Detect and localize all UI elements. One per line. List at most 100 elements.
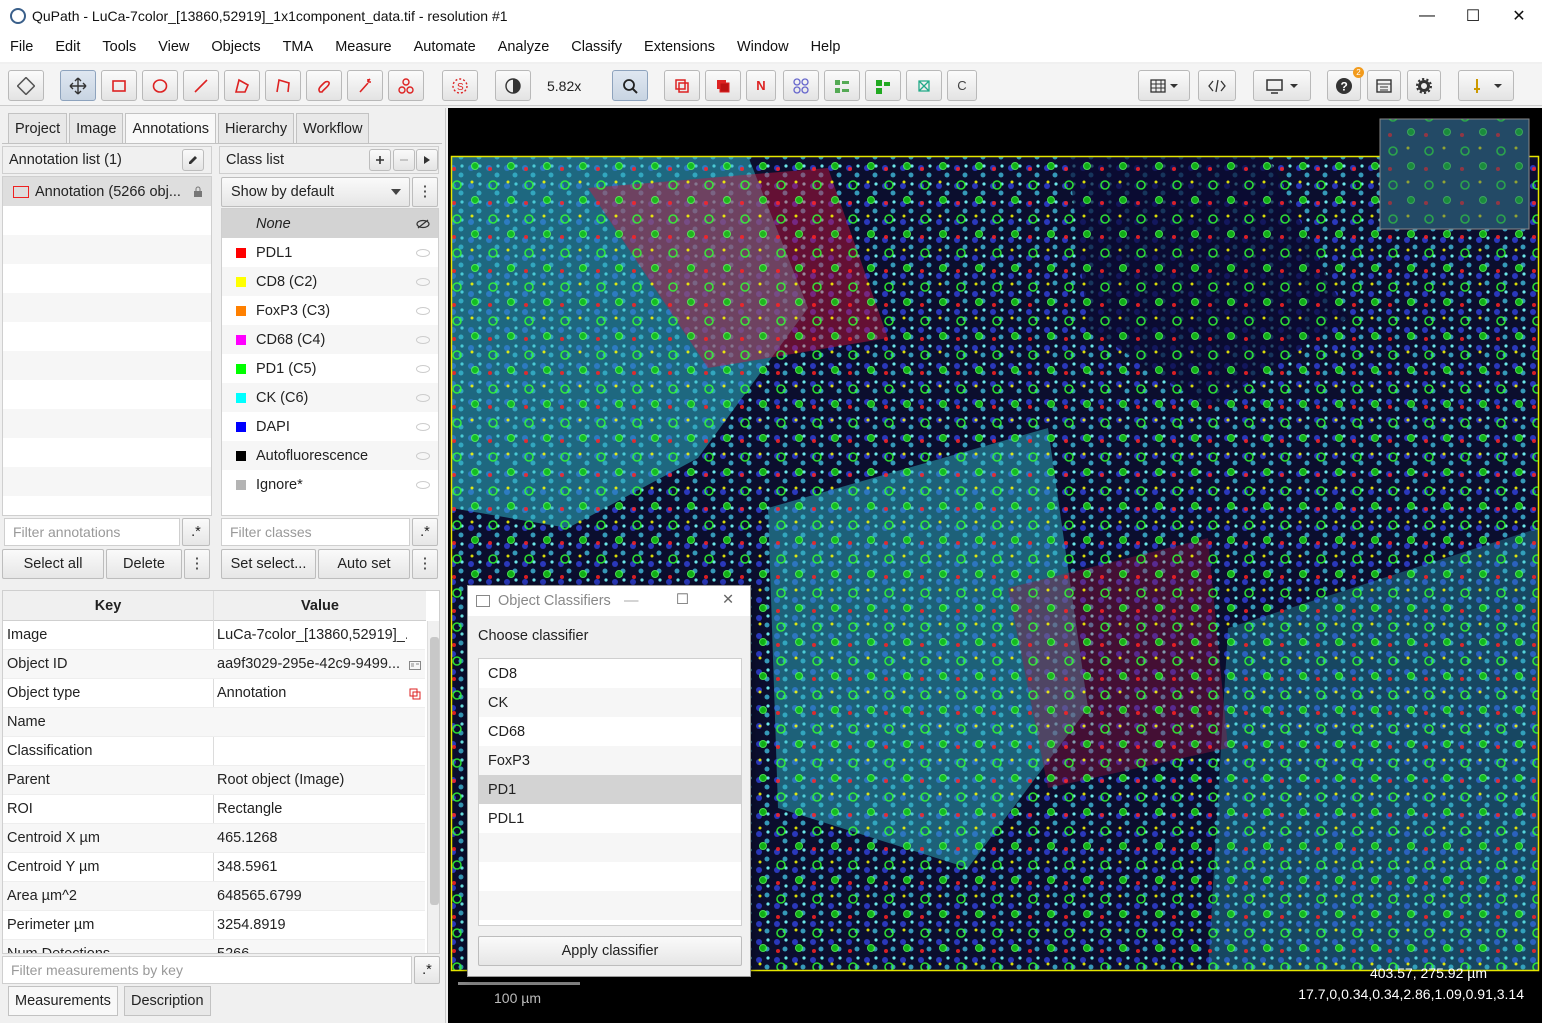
show-connections-button[interactable] — [906, 70, 942, 101]
move-tool-button[interactable] — [60, 70, 96, 101]
class-more-button[interactable]: ⋮ — [412, 549, 438, 579]
filter-measurements-input[interactable]: Filter measurements by key — [2, 956, 412, 984]
menu-automate[interactable]: Automate — [404, 39, 488, 55]
list-item[interactable]: Autofluorescence — [222, 441, 438, 470]
eye-icon[interactable] — [416, 393, 430, 402]
list-item[interactable]: CD68 — [479, 717, 741, 746]
table-row[interactable]: Perimeter µm 3254.8919 — [3, 911, 425, 940]
table-scrollbar[interactable] — [427, 621, 439, 953]
table-row[interactable]: Object type Annotation — [3, 679, 425, 708]
remove-class-button[interactable] — [393, 149, 415, 171]
brush-tool-button[interactable] — [306, 70, 342, 101]
fill-annotations-button[interactable] — [705, 70, 741, 101]
auto-set-button[interactable]: Auto set — [318, 549, 410, 579]
eye-icon[interactable] — [416, 422, 430, 431]
list-item[interactable]: CK — [479, 688, 741, 717]
list-item[interactable]: Ignore* — [222, 470, 438, 499]
menu-view[interactable]: View — [148, 39, 201, 55]
zoom-to-fit-button[interactable] — [612, 70, 648, 101]
list-item[interactable]: CD8 (C2) — [222, 267, 438, 296]
polygon-tool-button[interactable] — [224, 70, 260, 101]
delete-button[interactable]: Delete — [106, 549, 182, 579]
table-row[interactable]: Name — [3, 708, 425, 737]
menu-help[interactable]: Help — [801, 39, 853, 55]
dialog-close-button[interactable]: ✕ — [722, 592, 734, 608]
list-item[interactable]: None — [222, 209, 438, 238]
show-analysis-pane-button[interactable] — [8, 70, 44, 101]
eye-icon[interactable] — [416, 335, 430, 344]
table-row[interactable]: Num Detections 5266 — [3, 940, 425, 953]
show-annotations-button[interactable] — [664, 70, 700, 101]
filter-annotations-input[interactable]: Filter annotations — [4, 518, 180, 546]
script-editor-button[interactable] — [1198, 70, 1236, 101]
rectangle-tool-button[interactable] — [101, 70, 137, 101]
wand-tool-button[interactable] — [347, 70, 383, 101]
eye-icon[interactable] — [416, 451, 430, 460]
show-detections-button[interactable] — [824, 70, 860, 101]
add-class-button[interactable] — [369, 149, 391, 171]
show-pixel-classification-button[interactable]: C — [947, 70, 977, 101]
measurement-regex-toggle[interactable]: .* — [414, 956, 440, 984]
tab-image[interactable]: Image — [69, 113, 124, 143]
class-regex-toggle[interactable]: .* — [412, 518, 438, 546]
minimize-button[interactable]: — — [1404, 0, 1450, 32]
ellipse-tool-button[interactable] — [142, 70, 178, 101]
list-item[interactable]: Annotation (5266 obj... — [3, 177, 211, 206]
close-button[interactable]: ✕ — [1496, 0, 1542, 32]
menu-measure[interactable]: Measure — [325, 39, 403, 55]
brightness-contrast-button[interactable] — [495, 70, 531, 101]
measurement-table-button[interactable] — [1138, 70, 1190, 101]
id-card-icon[interactable] — [409, 661, 421, 670]
table-row[interactable]: Parent Root object (Image) — [3, 766, 425, 795]
menu-classify[interactable]: Classify — [561, 39, 634, 55]
table-row[interactable]: Classification — [3, 737, 425, 766]
polyline-tool-button[interactable] — [265, 70, 301, 101]
preferences-button[interactable] — [1407, 70, 1441, 101]
show-names-button[interactable]: N — [746, 70, 776, 101]
eye-icon[interactable] — [416, 306, 430, 315]
annotation-regex-toggle[interactable]: .* — [182, 518, 210, 546]
list-item[interactable]: PDL1 — [222, 238, 438, 267]
list-item[interactable]: DAPI — [222, 412, 438, 441]
menu-file[interactable]: File — [0, 39, 45, 55]
apply-classifier-button[interactable]: Apply classifier — [478, 936, 742, 966]
points-tool-button[interactable] — [388, 70, 424, 101]
list-item[interactable]: PDL1 — [479, 804, 741, 833]
list-item[interactable]: CD8 — [479, 659, 741, 688]
fill-detections-button[interactable] — [865, 70, 901, 101]
list-item[interactable]: PD1 (C5) — [222, 354, 438, 383]
value-column-header[interactable]: Value — [214, 591, 426, 621]
viewer-options-button[interactable] — [1253, 70, 1311, 101]
edit-annotation-button[interactable] — [182, 149, 204, 171]
class-options-button[interactable]: ⋮ — [412, 177, 438, 207]
eye-icon[interactable] — [416, 248, 430, 257]
menu-tma[interactable]: TMA — [273, 39, 326, 55]
menu-edit[interactable]: Edit — [45, 39, 92, 55]
selection-mode-button[interactable]: S — [442, 70, 478, 101]
show-mode-dropdown[interactable]: Show by default — [221, 177, 410, 207]
key-column-header[interactable]: Key — [3, 591, 213, 621]
menu-objects[interactable]: Objects — [201, 39, 272, 55]
set-selected-button[interactable]: Set select... — [221, 549, 316, 579]
eye-icon[interactable] — [416, 277, 430, 286]
tab-workflow[interactable]: Workflow — [296, 113, 370, 143]
tab-hierarchy[interactable]: Hierarchy — [218, 113, 295, 143]
menu-extensions[interactable]: Extensions — [634, 39, 727, 55]
list-item[interactable]: FoxP3 — [479, 746, 741, 775]
menu-window[interactable]: Window — [727, 39, 801, 55]
tab-project[interactable]: Project — [8, 113, 68, 143]
list-item[interactable]: CD68 (C4) — [222, 325, 438, 354]
select-all-button[interactable]: Select all — [2, 549, 104, 579]
table-row[interactable]: Image LuCa-7color_[13860,52919]_... — [3, 621, 425, 650]
tab-measurements[interactable]: Measurements — [8, 986, 118, 1016]
extensions-button[interactable] — [1458, 70, 1514, 101]
menu-analyze[interactable]: Analyze — [488, 39, 562, 55]
list-item[interactable]: PD1 — [479, 775, 741, 804]
table-row[interactable]: Centroid Y µm 348.5961 — [3, 853, 425, 882]
table-scrollbar-thumb[interactable] — [430, 637, 439, 905]
tab-description[interactable]: Description — [124, 986, 211, 1016]
table-row[interactable]: ROI Rectangle — [3, 795, 425, 824]
log-button[interactable] — [1367, 70, 1401, 101]
eye-icon[interactable] — [416, 480, 430, 489]
table-row[interactable]: Centroid X µm 465.1268 — [3, 824, 425, 853]
